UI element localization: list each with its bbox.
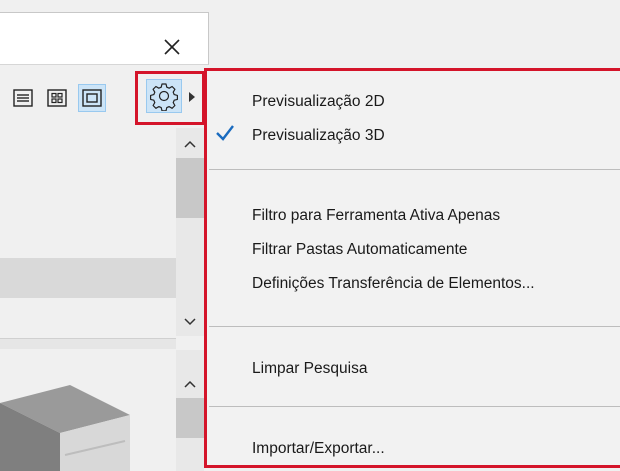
menu-item-filter-active-tool[interactable]: Filtro para Ferramenta Ativa Apenas	[252, 207, 500, 225]
list-item-selected[interactable]	[0, 258, 176, 298]
scrollbar-thumb[interactable]	[176, 158, 204, 218]
grid-view-icon	[47, 89, 67, 107]
chevron-down-icon[interactable]	[176, 310, 204, 334]
grid-view-button[interactable]	[43, 84, 71, 112]
library-panel	[0, 0, 209, 471]
single-view-button[interactable]	[78, 84, 106, 112]
menu-item-filter-folders[interactable]: Filtrar Pastas Automaticamente	[252, 241, 467, 259]
scrollbar-lower[interactable]	[176, 350, 204, 471]
menu-item-import-export[interactable]: Importar/Exportar...	[252, 440, 385, 458]
menu-separator	[209, 169, 620, 170]
settings-dropdown-menu: Previsualização 2D Previsualização 3D Fi…	[204, 68, 620, 468]
menu-item-clear-search[interactable]: Limpar Pesquisa	[252, 360, 367, 378]
checkmark-icon	[216, 125, 234, 141]
panel-titlebar	[0, 12, 209, 65]
menu-separator	[209, 406, 620, 407]
panel-divider[interactable]	[0, 338, 176, 349]
single-view-icon	[82, 89, 102, 107]
gear-icon	[150, 83, 178, 111]
menu-item-preview-3d[interactable]: Previsualização 3D	[252, 127, 385, 145]
settings-button[interactable]	[146, 79, 182, 113]
menu-separator	[209, 326, 620, 327]
preview-3d-object	[0, 385, 130, 471]
list-view-icon	[13, 89, 33, 107]
menu-item-transfer-settings[interactable]: Definições Transferência de Elementos...	[252, 275, 535, 293]
list-view-button[interactable]	[9, 84, 37, 112]
chevron-up-icon[interactable]	[176, 132, 204, 156]
scrollbar-thumb[interactable]	[176, 398, 204, 438]
chevron-up-icon[interactable]	[176, 372, 204, 396]
menu-item-preview-2d[interactable]: Previsualização 2D	[252, 93, 385, 111]
scrollbar-upper[interactable]	[176, 128, 204, 336]
close-icon[interactable]	[160, 35, 184, 59]
chevron-right-icon	[189, 92, 195, 102]
settings-highlight[interactable]	[135, 71, 205, 125]
